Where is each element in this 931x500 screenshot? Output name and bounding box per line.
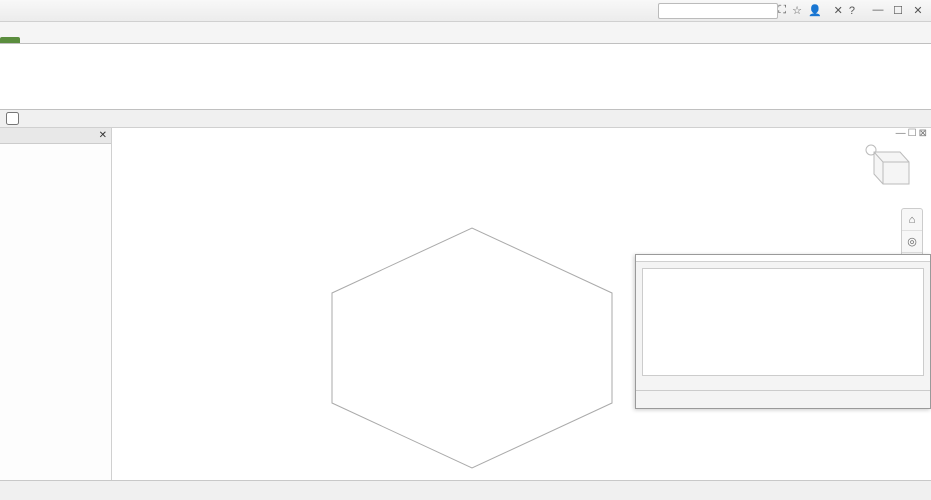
view-max-icon[interactable]: ☐ [908, 128, 917, 139]
view-min-icon[interactable]: — [896, 128, 906, 139]
dialog-tree[interactable] [642, 268, 924, 376]
close-button[interactable]: ✕ [909, 4, 927, 17]
maximize-button[interactable]: ☐ [889, 4, 907, 17]
search-input[interactable] [658, 3, 778, 19]
viewcube[interactable] [859, 140, 915, 196]
user-icon[interactable]: 👤 [808, 4, 822, 17]
wheel-icon[interactable]: ◎ [902, 231, 922, 253]
ribbon-tabs [0, 22, 931, 44]
ribbon [0, 44, 931, 110]
ribbon-collapse-icon[interactable] [915, 37, 931, 43]
view-close-icon[interactable]: ⊠ [919, 128, 927, 139]
browser-close-icon[interactable]: ✕ [99, 130, 107, 141]
options-bar [0, 110, 931, 128]
tab-file[interactable] [0, 37, 20, 43]
status-bar [0, 480, 931, 500]
dialog-title [636, 255, 930, 262]
project-browser: ✕ [0, 128, 112, 480]
multi-cut-checkbox[interactable] [6, 112, 19, 125]
star-icon[interactable]: ☆ [792, 4, 802, 17]
infocenter-icon[interactable]: ⛶ [778, 4, 786, 17]
home-icon[interactable]: ⌂ [902, 209, 922, 231]
minimize-button[interactable]: — [869, 4, 887, 17]
close-x-icon[interactable]: ✕ [834, 4, 843, 17]
help-icon[interactable]: ? [849, 5, 855, 17]
error-dialog [635, 254, 931, 409]
